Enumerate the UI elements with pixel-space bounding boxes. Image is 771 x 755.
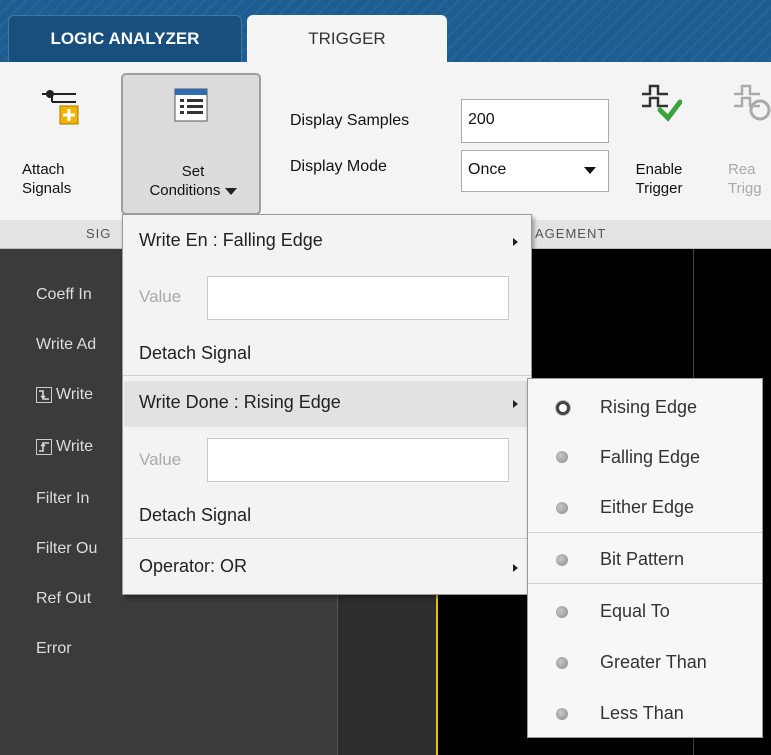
option-either-edge[interactable]: Either Edge (600, 497, 694, 518)
display-mode-value: Once (468, 161, 507, 178)
radio-equal-to[interactable] (556, 606, 568, 618)
option-equal-to[interactable]: Equal To (600, 601, 670, 622)
attach-signals-line2: Signals (22, 180, 72, 197)
value-label: Value (139, 450, 182, 469)
falling-edge-icon (36, 387, 52, 403)
signal-filter-out[interactable]: Filter Ou (36, 540, 97, 558)
write-done-value-input[interactable] (207, 438, 509, 482)
set-conditions-button[interactable]: Set Conditions (121, 73, 261, 215)
rearm-trigger-line2: Trigg (728, 180, 762, 197)
signal-ref-out[interactable]: Ref Out (36, 590, 91, 608)
enable-trigger-line2: Trigger (635, 180, 683, 197)
rearm-trigger-label: Rea Trigg (728, 160, 771, 198)
signal-write-en[interactable]: Write (56, 386, 93, 404)
display-samples-label: Display Samples (290, 112, 410, 129)
option-falling-edge[interactable]: Falling Edge (600, 447, 700, 468)
radio-greater-than[interactable] (556, 657, 568, 669)
attach-signals-label: Attach Signals (22, 160, 74, 198)
radio-bit-pattern[interactable] (556, 554, 568, 566)
signal-write-addr[interactable]: Write Ad (36, 336, 96, 354)
option-bit-pattern[interactable]: Bit Pattern (600, 549, 684, 570)
signal-error[interactable]: Error (36, 640, 72, 658)
set-conditions-label: Set Conditions (133, 162, 253, 200)
menu-separator (528, 532, 762, 533)
section-label-management: AGEMENT (535, 226, 607, 241)
rearm-trigger-button[interactable]: Rea Trigg (728, 80, 771, 208)
menu-separator (123, 375, 531, 376)
submenu-arrow-icon (513, 400, 518, 408)
rearm-trigger-icon (734, 84, 771, 121)
display-samples-input[interactable]: 200 (461, 99, 609, 143)
signal-filter-in[interactable]: Filter In (36, 490, 89, 508)
write-en-value-input[interactable] (207, 276, 509, 320)
rearm-trigger-line1: Rea (728, 161, 756, 178)
enable-trigger-button[interactable]: Enable Trigger (624, 80, 694, 208)
radio-rising-edge[interactable] (556, 401, 570, 415)
display-mode-select[interactable]: Once (461, 150, 609, 192)
radio-falling-edge[interactable] (556, 451, 568, 463)
set-conditions-line2: Conditions (149, 182, 221, 199)
submenu-arrow-icon (513, 564, 518, 572)
rising-edge-icon (36, 439, 52, 455)
menu-item-write-done-condition[interactable]: Write Done : Rising Edge (139, 392, 341, 413)
tab-logic-analyzer[interactable]: LOGIC ANALYZER (8, 15, 242, 62)
menu-separator (528, 583, 762, 584)
edge-type-submenu: Rising Edge Falling Edge Either Edge Bit… (527, 378, 763, 738)
menu-item-detach-write-done[interactable]: Detach Signal (139, 505, 251, 526)
attach-signals-button[interactable]: Attach Signals (22, 78, 102, 208)
tab-trigger[interactable]: TRIGGER (247, 15, 447, 62)
display-mode-label: Display Mode (290, 158, 387, 175)
signal-write-done[interactable]: Write (56, 438, 93, 456)
menu-separator (123, 538, 531, 539)
value-label: Value (139, 287, 182, 306)
signal-coeff-in[interactable]: Coeff In (36, 286, 92, 304)
option-rising-edge[interactable]: Rising Edge (600, 397, 697, 418)
attach-signal-icon (42, 90, 79, 125)
conditions-menu: Write En : Falling Edge Value Detach Sig… (122, 214, 532, 595)
chevron-down-icon (224, 187, 237, 195)
option-less-than[interactable]: Less Than (600, 703, 684, 724)
menu-item-detach-write-en[interactable]: Detach Signal (139, 343, 251, 364)
radio-either-edge[interactable] (556, 502, 568, 514)
enable-trigger-label: Enable Trigger (624, 160, 694, 198)
attach-signals-line1: Attach (22, 161, 65, 178)
list-icon (174, 88, 208, 122)
option-greater-than[interactable]: Greater Than (600, 652, 707, 673)
radio-less-than[interactable] (556, 708, 568, 720)
submenu-arrow-icon (513, 238, 518, 246)
menu-item-write-en-condition[interactable]: Write En : Falling Edge (139, 230, 323, 251)
chevron-down-icon (584, 167, 596, 174)
section-label-signals: SIG (86, 226, 112, 241)
enable-trigger-icon (642, 84, 682, 122)
enable-trigger-line1: Enable (635, 161, 683, 178)
menu-item-operator[interactable]: Operator: OR (139, 556, 247, 577)
set-conditions-line1: Set (181, 163, 205, 180)
